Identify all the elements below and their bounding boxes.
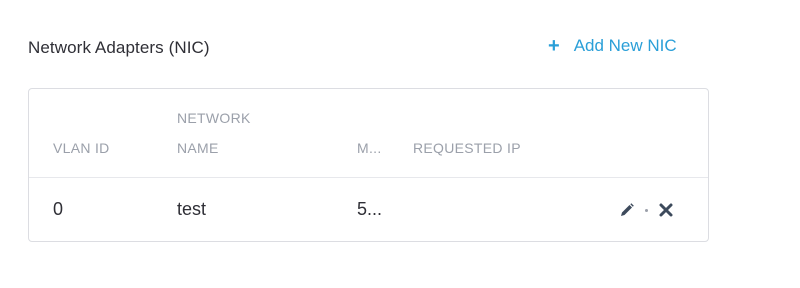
cell-network-name: test — [177, 199, 207, 219]
column-header-network-name-line2: NAME — [177, 140, 219, 156]
cell-vlan-id: 0 — [53, 199, 64, 219]
delete-icon[interactable] — [658, 202, 674, 218]
column-header-network-name-line1: NETWORK — [177, 110, 251, 126]
cell-m: 5... — [357, 199, 383, 219]
column-header-requested-ip: REQUESTED IP — [413, 140, 521, 156]
column-header-vlan-id: VLAN ID — [53, 140, 110, 156]
row-actions — [619, 202, 674, 218]
nic-table: VLAN ID NETWORK NAME M... REQUESTED IP 0… — [28, 88, 709, 242]
edit-icon[interactable] — [619, 202, 635, 218]
section-title: Network Adapters (NIC) — [28, 38, 210, 57]
header-divider — [29, 177, 708, 178]
network-adapters-section: Network Adapters (NIC) + Add New NIC VLA… — [0, 0, 800, 288]
column-header-network-name: NETWORK NAME — [177, 103, 251, 163]
plus-icon: + — [548, 35, 560, 57]
add-new-nic-label: Add New NIC — [573, 36, 677, 55]
column-header-m: M... — [357, 140, 382, 156]
add-new-nic-button[interactable]: + Add New NIC — [548, 36, 677, 56]
action-separator — [645, 208, 648, 212]
